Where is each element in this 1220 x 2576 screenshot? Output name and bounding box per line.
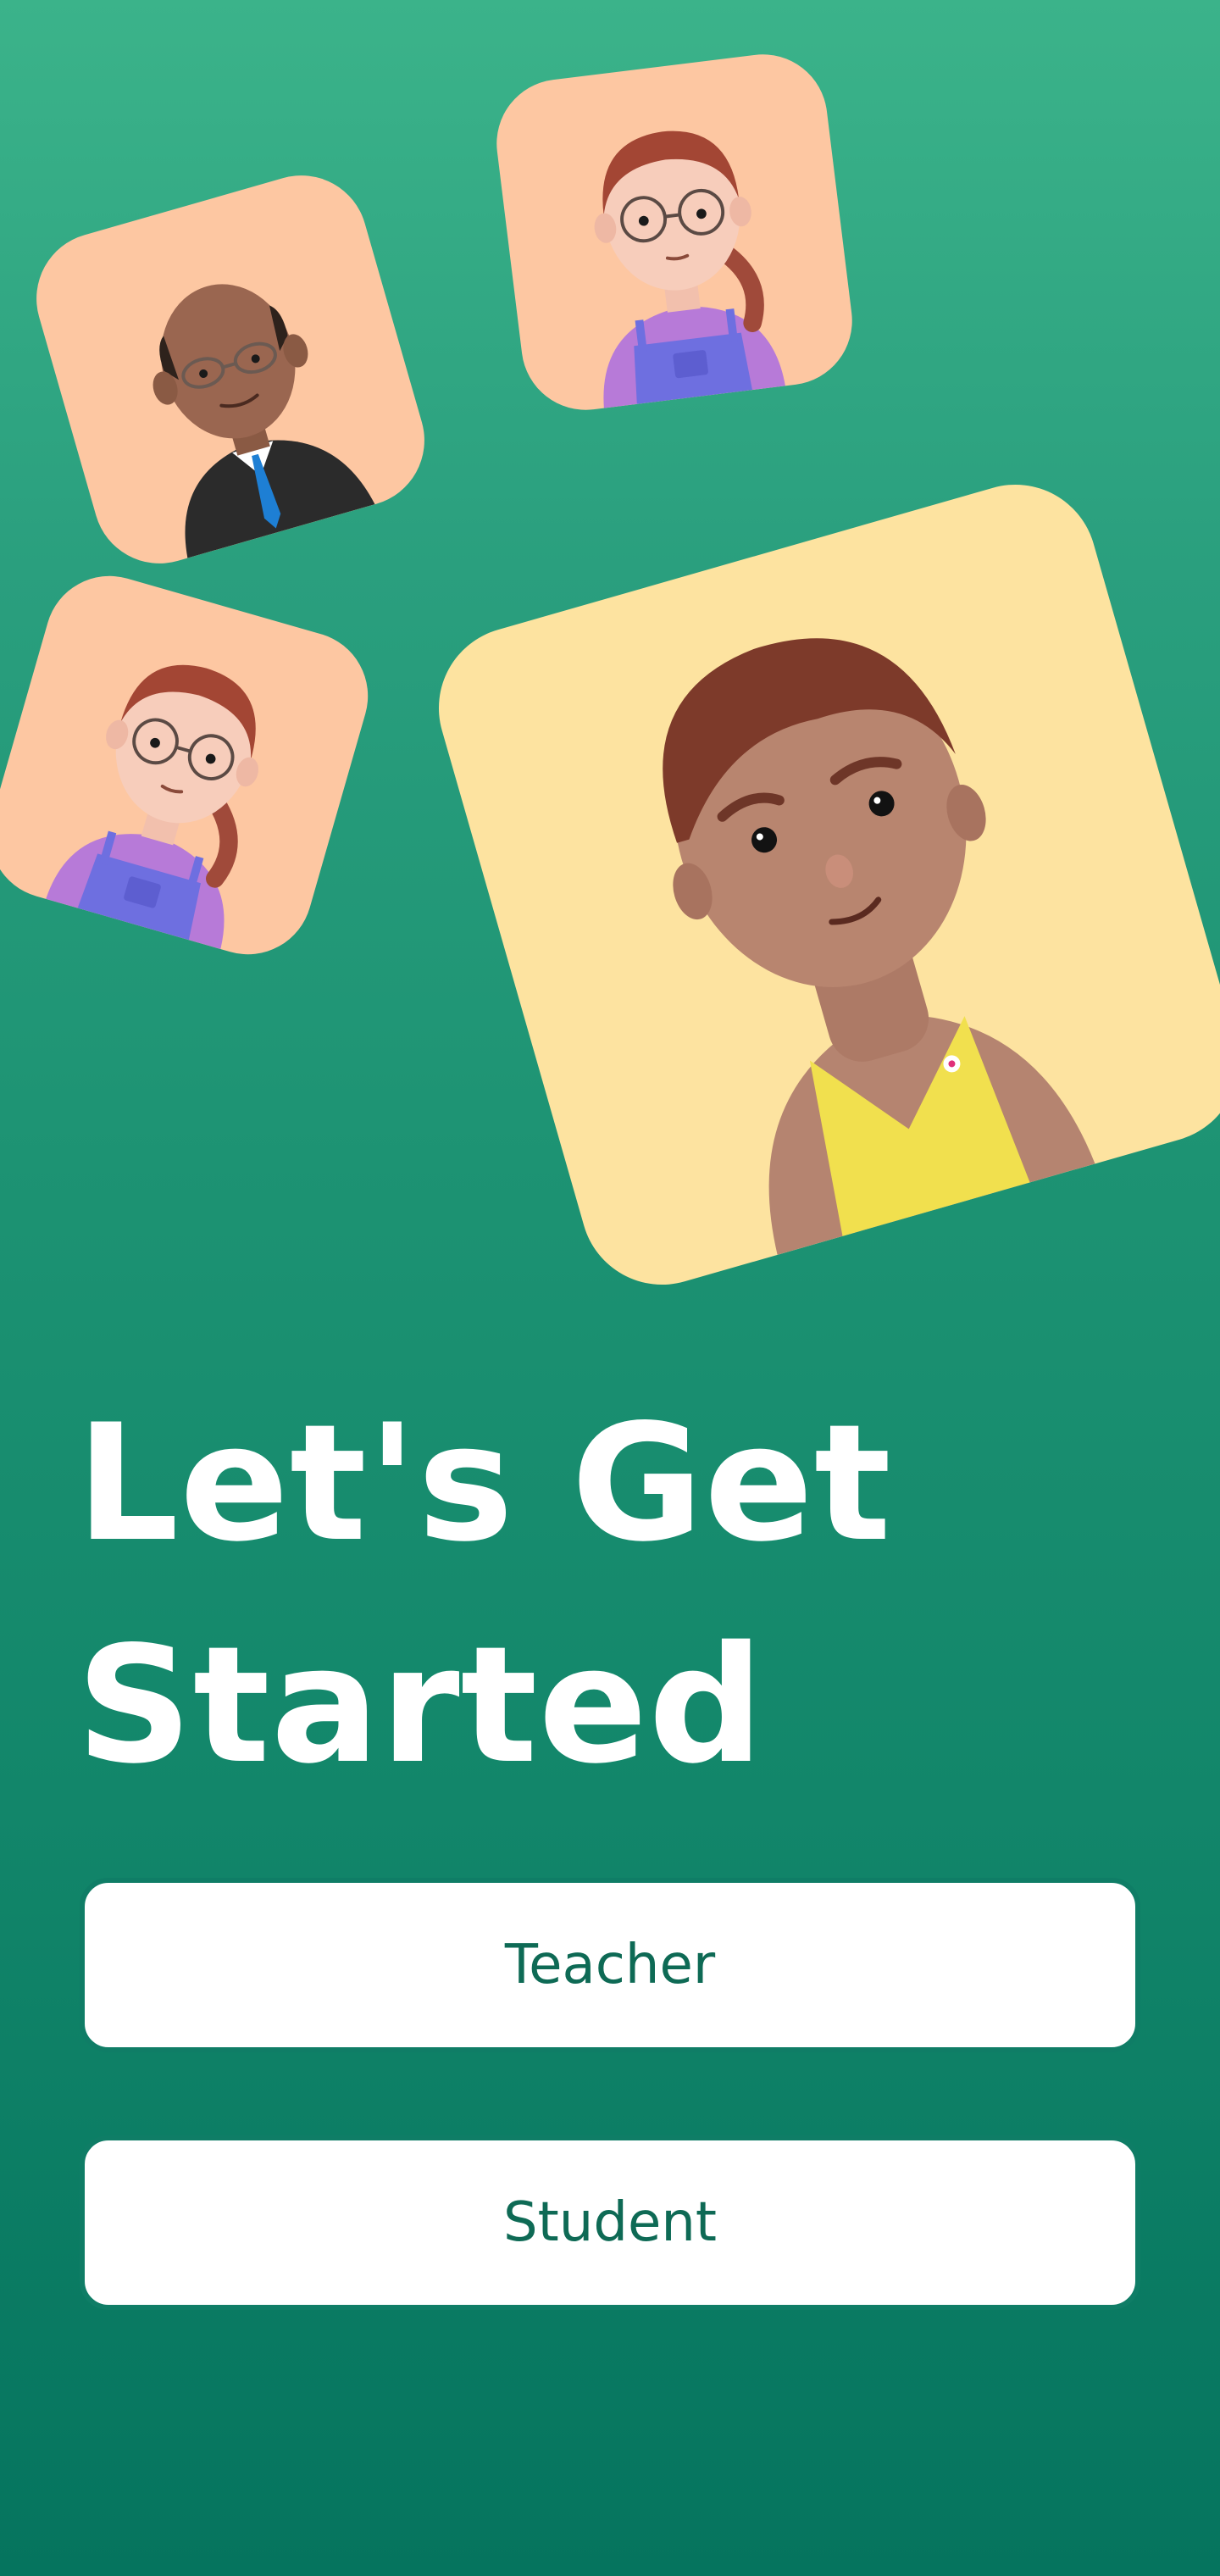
boy-avatar-icon	[663, 638, 1095, 1255]
teacher-button[interactable]: Teacher	[80, 1878, 1140, 2052]
get-started-screen: Let's Get Started Teacher Student	[0, 0, 1220, 2576]
avatar-tile-man	[20, 159, 441, 580]
man-avatar-icon	[152, 284, 375, 558]
avatar-tile-boy	[419, 465, 1220, 1304]
avatar-tile-girl-top	[489, 47, 860, 418]
page-title: Let's Get Started	[76, 1390, 892, 1799]
girl-avatar-icon	[46, 664, 258, 950]
girl-avatar-icon	[594, 130, 785, 408]
avatar-tile-girl-left	[0, 560, 384, 970]
student-button[interactable]: Student	[80, 2135, 1140, 2310]
